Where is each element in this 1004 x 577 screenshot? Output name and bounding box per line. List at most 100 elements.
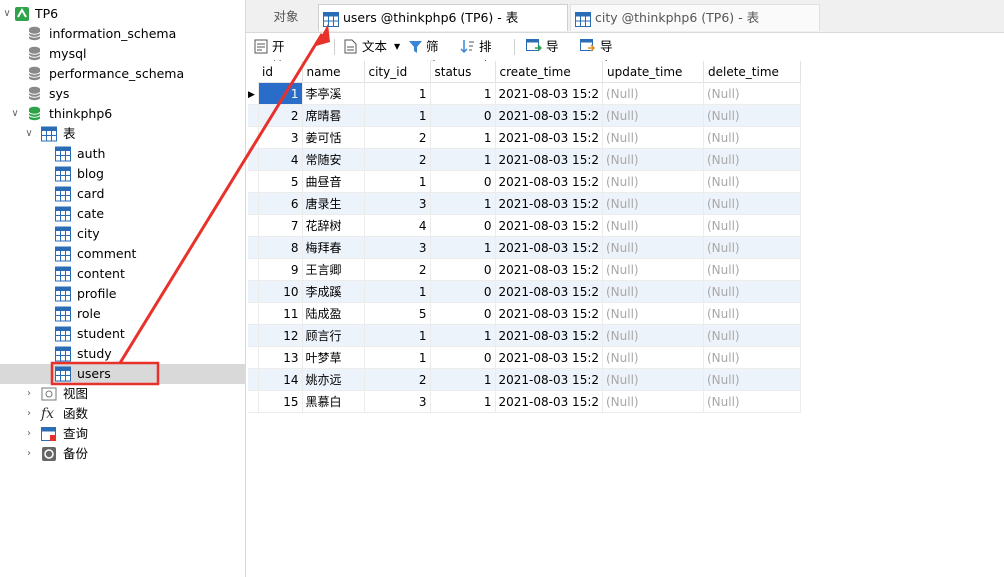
table-row[interactable]: 4 常随安 2 1 2021-08-03 15:2 (Null) (Null)	[248, 148, 801, 171]
chevron-down-icon[interactable]: ∨	[24, 124, 34, 144]
cell-create_time[interactable]: 2021-08-03 15:2	[495, 126, 603, 149]
cell-status[interactable]: 1	[430, 126, 496, 149]
cell-delete_time[interactable]: (Null)	[703, 346, 801, 369]
cell-city_id[interactable]: 3	[364, 390, 431, 413]
cell-name[interactable]: 席晴晷	[302, 104, 365, 127]
cell-update_time[interactable]: (Null)	[602, 236, 704, 259]
tab-objects[interactable]: 对象	[256, 4, 316, 30]
column-header-status[interactable]: status	[430, 61, 496, 83]
cell-delete_time[interactable]: (Null)	[703, 390, 801, 413]
sidebar-table-student[interactable]: student	[0, 324, 245, 344]
cell-id[interactable]: 3	[258, 126, 303, 149]
tab-city-table[interactable]: city @thinkphp6 (TP6) - 表	[570, 4, 820, 31]
table-row[interactable]: 6 唐录生 3 1 2021-08-03 15:2 (Null) (Null)	[248, 192, 801, 215]
cell-update_time[interactable]: (Null)	[602, 170, 704, 193]
cell-create_time[interactable]: 2021-08-03 15:2	[495, 346, 603, 369]
cell-create_time[interactable]: 2021-08-03 15:2	[495, 148, 603, 171]
cell-id[interactable]: 2	[258, 104, 303, 127]
cell-id[interactable]: 13	[258, 346, 303, 369]
cell-update_time[interactable]: (Null)	[602, 368, 704, 391]
cell-city_id[interactable]: 1	[364, 324, 431, 347]
cell-update_time[interactable]: (Null)	[602, 126, 704, 149]
tree-database-item[interactable]: performance_schema	[0, 64, 245, 84]
cell-delete_time[interactable]: (Null)	[703, 324, 801, 347]
table-row[interactable]: 9 王言卿 2 0 2021-08-03 15:2 (Null) (Null)	[248, 258, 801, 281]
sidebar-table-comment[interactable]: comment	[0, 244, 245, 264]
cell-id[interactable]: 12	[258, 324, 303, 347]
tree-group-item[interactable]: › 查询	[0, 424, 245, 444]
tree-database-item[interactable]: information_schema	[0, 24, 245, 44]
sidebar-table-profile[interactable]: profile	[0, 284, 245, 304]
cell-create_time[interactable]: 2021-08-03 15:2	[495, 302, 603, 325]
cell-name[interactable]: 叶梦草	[302, 346, 365, 369]
cell-update_time[interactable]: (Null)	[602, 390, 704, 413]
table-row[interactable]: 10 李成蹊 1 0 2021-08-03 15:2 (Null) (Null)	[248, 280, 801, 303]
table-row[interactable]: 11 陆成盈 5 0 2021-08-03 15:2 (Null) (Null)	[248, 302, 801, 325]
tree-group-item[interactable]: › 备份	[0, 444, 245, 464]
cell-id[interactable]: 9	[258, 258, 303, 281]
cell-status[interactable]: 0	[430, 258, 496, 281]
sidebar-table-card[interactable]: card	[0, 184, 245, 204]
cell-id[interactable]: 1	[258, 82, 303, 105]
cell-id[interactable]: 7	[258, 214, 303, 237]
cell-status[interactable]: 1	[430, 148, 496, 171]
table-row[interactable]: 12 顾言行 1 1 2021-08-03 15:2 (Null) (Null)	[248, 324, 801, 347]
sidebar-table-content[interactable]: content	[0, 264, 245, 284]
cell-name[interactable]: 陆成盈	[302, 302, 365, 325]
cell-name[interactable]: 李成蹊	[302, 280, 365, 303]
cell-id[interactable]: 15	[258, 390, 303, 413]
cell-delete_time[interactable]: (Null)	[703, 214, 801, 237]
cell-city_id[interactable]: 2	[364, 258, 431, 281]
cell-update_time[interactable]: (Null)	[602, 104, 704, 127]
cell-name[interactable]: 唐录生	[302, 192, 365, 215]
cell-status[interactable]: 1	[430, 82, 496, 105]
tree-group-item[interactable]: › fx 函数	[0, 404, 245, 424]
cell-update_time[interactable]: (Null)	[602, 148, 704, 171]
tree-database-item[interactable]: mysql	[0, 44, 245, 64]
chevron-down-icon[interactable]: ∨	[2, 4, 12, 24]
cell-id[interactable]: 10	[258, 280, 303, 303]
tree-tables-group[interactable]: ∨ 表	[0, 124, 245, 144]
cell-name[interactable]: 花辞树	[302, 214, 365, 237]
table-row[interactable]: 2 席晴晷 1 0 2021-08-03 15:2 (Null) (Null)	[248, 104, 801, 127]
cell-update_time[interactable]: (Null)	[602, 280, 704, 303]
cell-delete_time[interactable]: (Null)	[703, 258, 801, 281]
column-header-create_time[interactable]: create_time	[495, 61, 603, 83]
column-header-id[interactable]: id	[258, 61, 303, 83]
tree-database-item[interactable]: sys	[0, 84, 245, 104]
cell-name[interactable]: 黑慕白	[302, 390, 365, 413]
cell-create_time[interactable]: 2021-08-03 15:2	[495, 214, 603, 237]
cell-create_time[interactable]: 2021-08-03 15:2	[495, 104, 603, 127]
sidebar-table-study[interactable]: study	[0, 344, 245, 364]
cell-id[interactable]: 6	[258, 192, 303, 215]
table-row[interactable]: 8 梅拜春 3 1 2021-08-03 15:2 (Null) (Null)	[248, 236, 801, 259]
column-header-name[interactable]: name	[302, 61, 365, 83]
cell-status[interactable]: 0	[430, 170, 496, 193]
table-row[interactable]: 3 姜可恬 2 1 2021-08-03 15:2 (Null) (Null)	[248, 126, 801, 149]
cell-update_time[interactable]: (Null)	[602, 214, 704, 237]
cell-status[interactable]: 1	[430, 368, 496, 391]
cell-name[interactable]: 姜可恬	[302, 126, 365, 149]
chevron-right-icon[interactable]: ›	[24, 384, 34, 404]
cell-status[interactable]: 0	[430, 302, 496, 325]
cell-city_id[interactable]: 3	[364, 236, 431, 259]
chevron-right-icon[interactable]: ›	[24, 424, 34, 444]
cell-delete_time[interactable]: (Null)	[703, 368, 801, 391]
sidebar-table-auth[interactable]: auth	[0, 144, 245, 164]
cell-delete_time[interactable]: (Null)	[703, 170, 801, 193]
cell-delete_time[interactable]: (Null)	[703, 104, 801, 127]
cell-status[interactable]: 0	[430, 214, 496, 237]
cell-city_id[interactable]: 1	[364, 170, 431, 193]
table-row[interactable]: 14 姚亦远 2 1 2021-08-03 15:2 (Null) (Null)	[248, 368, 801, 391]
cell-name[interactable]: 曲昼音	[302, 170, 365, 193]
cell-city_id[interactable]: 1	[364, 82, 431, 105]
column-header-city_id[interactable]: city_id	[364, 61, 431, 83]
table-row[interactable]: 5 曲昼音 1 0 2021-08-03 15:2 (Null) (Null)	[248, 170, 801, 193]
cell-update_time[interactable]: (Null)	[602, 82, 704, 105]
cell-delete_time[interactable]: (Null)	[703, 192, 801, 215]
cell-status[interactable]: 1	[430, 390, 496, 413]
cell-city_id[interactable]: 5	[364, 302, 431, 325]
table-row[interactable]: 13 叶梦草 1 0 2021-08-03 15:2 (Null) (Null)	[248, 346, 801, 369]
sidebar-table-users[interactable]: users	[0, 364, 245, 384]
cell-create_time[interactable]: 2021-08-03 15:2	[495, 368, 603, 391]
